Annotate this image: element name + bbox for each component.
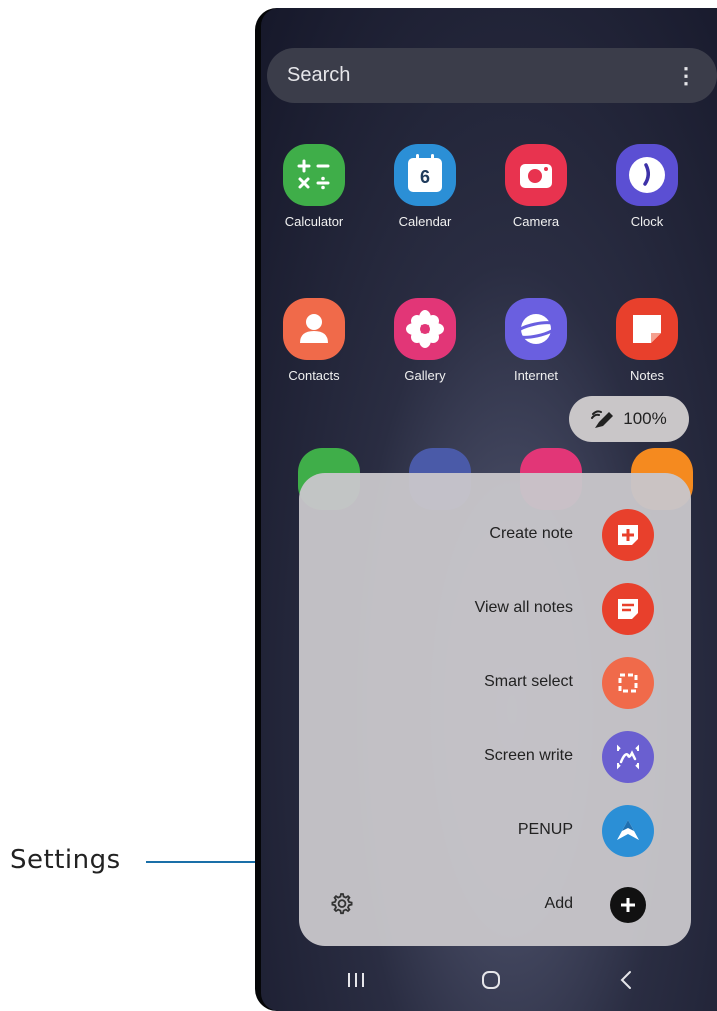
menu-item-label: Smart select [484,673,573,690]
menu-item-label: Create note [489,525,573,542]
penup-icon [602,805,654,857]
internet-icon [505,298,567,360]
s-pen-icon [591,410,614,428]
camera-icon [505,144,567,206]
screen-write-icon [602,731,654,783]
app-notes[interactable]: Notes [602,298,692,383]
contacts-icon [283,298,345,360]
add-icon [610,887,646,923]
more-vert-icon[interactable]: ⋮ [675,63,697,89]
menu-item-create-note[interactable]: Create note [299,509,691,561]
app-camera[interactable]: Camera [491,144,581,229]
app-label: Calendar [398,214,452,229]
menu-item-label: Add [544,895,573,912]
settings-callout-label: Settings [10,845,121,875]
air-command-menu: Create note View all notes Smart select … [299,473,691,946]
gallery-icon [394,298,456,360]
view-notes-icon [602,583,654,635]
menu-item-label: PENUP [517,821,573,838]
smart-select-icon [602,657,654,709]
home-icon[interactable] [471,965,511,995]
create-note-icon [602,509,654,561]
app-label: Contacts [288,368,340,383]
app-label: Clock [630,214,664,229]
clock-icon [616,144,678,206]
app-label: Internet [513,368,559,383]
app-label: Camera [512,214,560,229]
home-screen: Search ⋮ Calculator 6 Calendar Camera Cl… [261,8,717,1011]
menu-item-penup[interactable]: PENUP [299,805,691,857]
menu-item-screen-write[interactable]: Screen write [299,731,691,783]
menu-item-label: View all notes [474,599,573,616]
navigation-bar [261,951,717,1011]
app-label: Notes [630,368,664,383]
spen-battery-value: 100% [623,409,667,428]
app-calculator[interactable]: Calculator [269,144,359,229]
app-gallery[interactable]: Gallery [380,298,470,383]
app-clock[interactable]: Clock [602,144,692,229]
search-bar[interactable]: Search ⋮ [267,48,717,103]
menu-item-add[interactable]: Add [299,879,691,929]
gear-icon[interactable] [328,891,354,917]
menu-item-smart-select[interactable]: Smart select [299,657,691,709]
calculator-icon [283,144,345,206]
app-label: Gallery [404,368,446,383]
app-label: Calculator [284,214,344,229]
notes-icon [616,298,678,360]
app-contacts[interactable]: Contacts [269,298,359,383]
menu-item-label: Screen write [484,747,573,764]
spen-battery-indicator: 100% [569,396,689,442]
app-internet[interactable]: Internet [491,298,581,383]
calendar-day: 6 [419,166,430,187]
app-calendar[interactable]: 6 Calendar [380,144,470,229]
menu-item-view-all-notes[interactable]: View all notes [299,583,691,635]
back-icon[interactable] [606,965,646,995]
phone-frame: Search ⋮ Calculator 6 Calendar Camera Cl… [255,8,717,1011]
search-input[interactable]: Search [287,64,675,87]
recents-icon[interactable] [336,965,376,995]
calendar-icon: 6 [394,144,456,206]
